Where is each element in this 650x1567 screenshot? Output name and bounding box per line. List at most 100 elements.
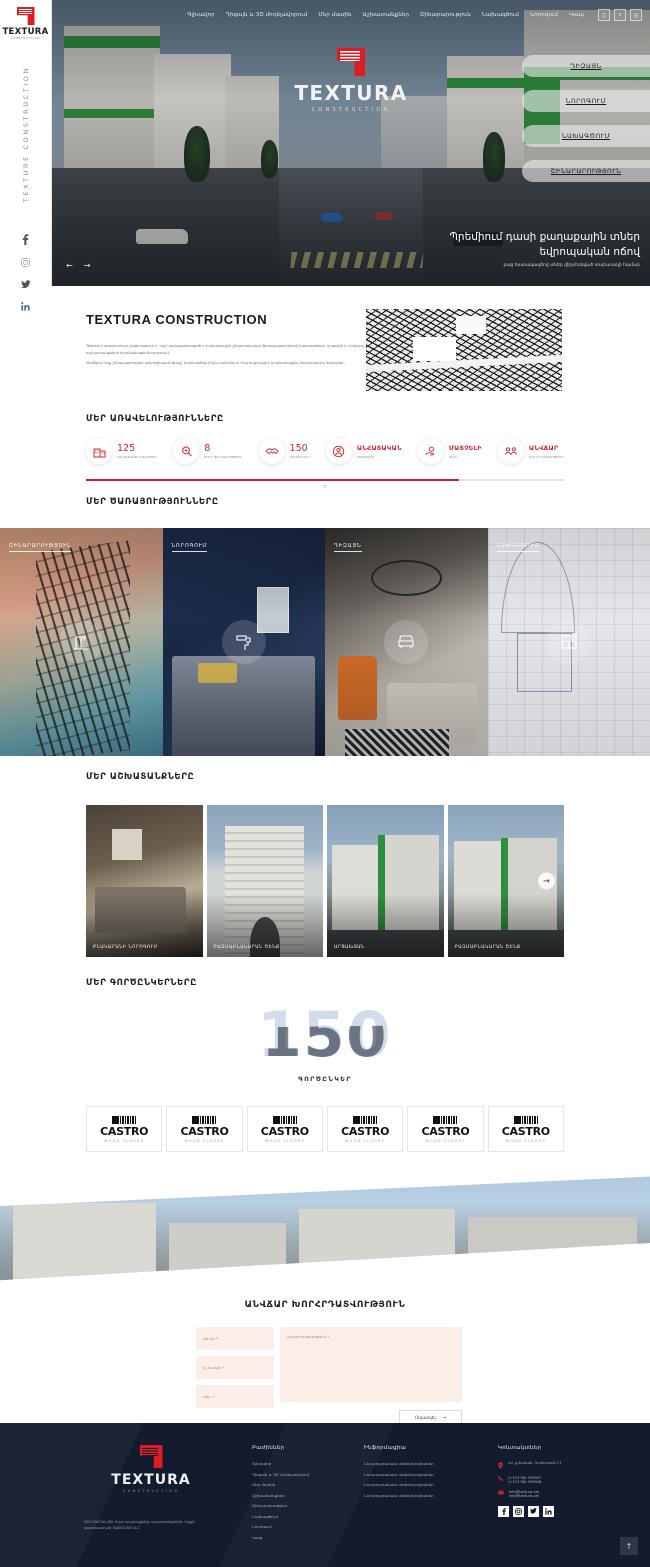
- nav-item-0[interactable]: Գլխավոր: [187, 12, 214, 18]
- nav-item-3[interactable]: Աշխատանքներ: [362, 12, 409, 18]
- paint-roller-icon: [221, 620, 266, 664]
- footer-phone-2[interactable]: (+374 98) 909906: [508, 1480, 541, 1484]
- stat-item[interactable]: ԱՆՎՃԱՐ ԽՈՐՀՐԴԱՏՎՈՒԹՅՈՒՆ: [497, 438, 564, 464]
- slider-prev-icon[interactable]: ←: [66, 261, 73, 270]
- linkedin-icon[interactable]: [21, 302, 30, 311]
- nav-item-7[interactable]: Կապ: [569, 12, 584, 18]
- hero-caption-line1: Պրեմիում դասի քաղաքային տներ: [449, 231, 640, 243]
- instagram-icon[interactable]: [513, 1505, 524, 1517]
- textura-logo-icon: [337, 48, 365, 76]
- language-icon[interactable]: ◎: [630, 9, 642, 21]
- phone-field[interactable]: Հեռ. *: [196, 1385, 274, 1408]
- service-card-design[interactable]: ԴԻԶԱՅՆ: [325, 528, 488, 756]
- nav-item-5[interactable]: Նախագծում: [482, 12, 519, 18]
- advantages-drag-handle[interactable]: ⌭: [323, 484, 327, 490]
- instagram-icon[interactable]: [21, 258, 30, 267]
- form-left-column: Անուն * Էլ.հասցե * Հեռ. *: [196, 1327, 274, 1408]
- stat-value: 8: [204, 443, 211, 454]
- partner-logo[interactable]: CASTRO WOOD FLOORS: [487, 1106, 564, 1152]
- footer-link[interactable]: Դիզայն և 3D մոդելավորում: [252, 1472, 309, 1477]
- barcode-icon: [513, 1115, 538, 1124]
- service-card-construction[interactable]: ՇԻՆԱՐԱՐՈՒԹՅՈՒՆ: [0, 528, 163, 756]
- footer-link[interactable]: Նորարարական տեխնոլոգիաներ: [364, 1493, 434, 1498]
- partner-logo[interactable]: CASTRO WOOD FLOORS: [166, 1106, 243, 1152]
- stat-item[interactable]: ՄԱՏՉԵԼԻ ԳՆԵՐ: [417, 438, 482, 464]
- twitter-icon[interactable]: [528, 1505, 539, 1517]
- advantages-progress-track[interactable]: [86, 479, 564, 481]
- barcode-icon: [353, 1115, 378, 1124]
- phone-icon: [498, 1476, 503, 1484]
- stat-item[interactable]: 150 ԳՈՐԾԸՆԿԵՐ: [258, 438, 310, 464]
- footer-link[interactable]: Մեր մասին: [252, 1482, 309, 1487]
- footer-link[interactable]: Նորոգում: [252, 1524, 309, 1529]
- submit-label: Ուղարկել: [414, 1414, 436, 1420]
- partner-name: CASTRO: [100, 1124, 149, 1138]
- about-text: Textura-ն առաջատար ընկերություն է, որը մ…: [86, 343, 366, 371]
- footer-link[interactable]: Նորարարական տեխնոլոգիաներ: [364, 1472, 434, 1477]
- about-paragraph-1: Textura-ն առաջատար ընկերություն է, որը մ…: [86, 344, 365, 355]
- stat-label: ՄՈՏԵՑՈՒՄ: [356, 455, 375, 459]
- nav-item-6[interactable]: Նորոգում: [530, 12, 558, 18]
- linkedin-icon[interactable]: [543, 1505, 554, 1517]
- nav-item-1[interactable]: Դիզայն և 3D մոդելավորում: [226, 12, 308, 18]
- name-field[interactable]: Անուն *: [196, 1327, 274, 1350]
- left-sidebar: TEXTURA CONSTRUCTION TEXTURE CONSTRUCTIO…: [0, 0, 52, 311]
- email-field[interactable]: Էլ.հասցե *: [196, 1356, 274, 1379]
- hero-action-design[interactable]: ԴԻԶԱՅՆ: [522, 55, 650, 77]
- footer-address-row: ՀՀ, ք.Երևան, Կոմիտասի 17: [498, 1461, 561, 1470]
- footer-link[interactable]: Կապ: [252, 1535, 309, 1540]
- hero-action-planning[interactable]: ՆԱԽԱԳԾՈՒՄ: [522, 125, 650, 147]
- stat-label: ԳՈՐԾԸՆԿԵՐ: [289, 455, 310, 459]
- stat-item[interactable]: ԱՆՀԱՏԱԿԱՆ ՄՈՏԵՑՈՒՄ: [325, 438, 402, 464]
- submit-button[interactable]: Ուղարկել →: [399, 1410, 467, 1429]
- footer-email-2[interactable]: info@textura.am: [509, 1494, 539, 1498]
- works-title: ՄԵՐ ԱՇԽԱՏԱՆՔՆԵՐԸ: [86, 772, 195, 782]
- works-next-button[interactable]: →: [538, 872, 555, 890]
- hero-action-renovation[interactable]: ՆՈՐՈԳՈՒՄ: [522, 90, 650, 112]
- scroll-to-top-button[interactable]: ↑: [620, 1537, 638, 1555]
- partner-logo[interactable]: CASTRO WOOD FLOORS: [326, 1106, 404, 1152]
- slider-next-icon[interactable]: →: [84, 261, 91, 270]
- footer-link[interactable]: Նորարարական տեխնոլոգիաներ: [364, 1482, 434, 1487]
- stat-value: 125: [117, 443, 136, 454]
- footer-link[interactable]: Գլխավոր: [252, 1461, 309, 1466]
- facebook-icon[interactable]: [498, 1505, 509, 1517]
- hero-caption-sub: բաց հատակագծով տներ վերբեռնված տախտակի հ…: [503, 263, 640, 268]
- hero-action-construction[interactable]: ՇԻՆԱՐԱՐՈՒԹՅՈՒՆ: [522, 160, 650, 182]
- sidebar-logo[interactable]: TEXTURA CONSTRUCTION: [2, 7, 48, 40]
- advantages-progress-fill: [86, 479, 459, 481]
- facebook-icon[interactable]: [22, 234, 29, 246]
- work-caption: ԲՆԱԿԱՐԱՆԻ ՆՈՐՈԳՈՒՄ: [93, 945, 158, 950]
- work-card[interactable]: ԲԱԶՄԱԲՆԱԿԱՐԱՆ ՇԵՆՔ →: [447, 805, 564, 957]
- footer-logo[interactable]: TEXTURA CONSTRUCTION: [96, 1445, 206, 1493]
- work-card[interactable]: ԲԱԶՄԱԲՆԱԿԱՐԱՆ ՇԵՆՔ: [206, 805, 323, 957]
- twitter-icon[interactable]: [20, 280, 31, 289]
- work-caption: ԲԱԶՄԱԲՆԱԿԱՐԱՆ ՇԵՆՔ: [213, 945, 280, 950]
- blueprint-icon: [546, 620, 591, 664]
- stat-label: ԳՆԵՐ: [448, 455, 458, 459]
- partner-logo[interactable]: CASTRO WOOD FLOORS: [407, 1106, 484, 1152]
- work-card[interactable]: ԲՆԱԿԱՐԱՆԻ ՆՈՐՈԳՈՒՄ: [86, 805, 203, 957]
- partner-logo[interactable]: CASTRO WOOD FLOORS: [86, 1106, 163, 1152]
- stat-item[interactable]: 8 ՏԱՐԻ ՓՈՐՁԱՌՈՒԹՅՈՒՆ: [173, 438, 242, 464]
- medal-icon: [173, 438, 200, 464]
- advantages-title: ՄԵՐ ԱՌԱՎԵԼՈՒԹՅՈՒՆՆԵՐԸ: [86, 414, 224, 424]
- stat-item[interactable]: 125 ԿԱՌՈՒՑՎԱԾ ՆԱԽԱԳԾԵՐ: [86, 438, 157, 464]
- nav-item-4[interactable]: Շինարարություն: [420, 12, 471, 18]
- partner-logo[interactable]: CASTRO WOOD FLOORS: [246, 1106, 323, 1152]
- user-icon[interactable]: ▯: [598, 9, 610, 21]
- footer-link[interactable]: Նորարարական տեխնոլոգիաներ: [364, 1461, 434, 1466]
- work-card[interactable]: ԱՐՑԱԽՅԱՆ: [327, 805, 444, 957]
- footer-link[interactable]: Նախագծում: [252, 1514, 309, 1519]
- footer-link[interactable]: Աշխատանքներ: [252, 1493, 309, 1498]
- nav-item-2[interactable]: Մեր մասին: [318, 12, 351, 18]
- footer-link[interactable]: Շինարարություն: [252, 1503, 309, 1508]
- search-icon[interactable]: ⌕: [614, 9, 626, 21]
- nav-icon-group: ▯ ⌕ ◎: [598, 9, 642, 21]
- service-card-renovation[interactable]: ՆՈՐՈԳՈՒՄ: [162, 528, 325, 756]
- services-title: ՄԵՐ ԾԱՌԱՅՈՒԹՅՈՒՆՆԵՐԸ: [86, 497, 219, 507]
- stat-value: ԱՆՀԱՏԱԿԱՆ: [356, 444, 402, 452]
- person-icon: [325, 438, 352, 464]
- message-field[interactable]: Հաղորդագրություն *: [280, 1327, 462, 1402]
- service-card-planning[interactable]: ՆԱԽԱԳԾՈՒՄ: [487, 528, 650, 756]
